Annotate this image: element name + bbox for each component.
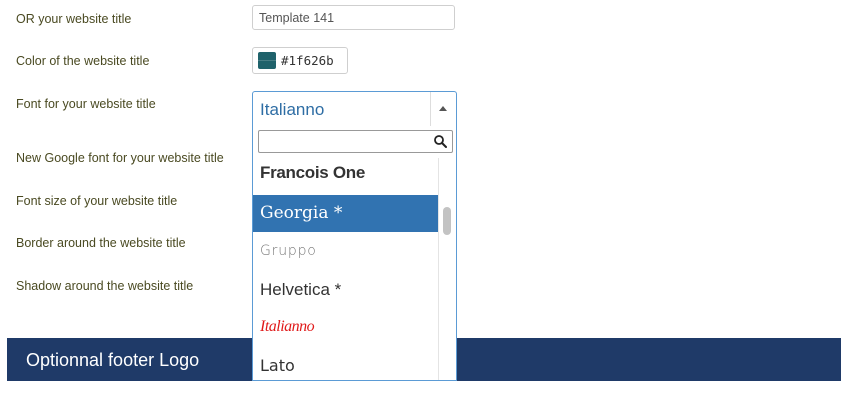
border-label: Border around the website title xyxy=(16,236,186,250)
color-hex-value: #1f626b xyxy=(281,53,334,68)
font-option-gruppo[interactable]: Gruppo xyxy=(253,233,439,270)
font-option-georgia[interactable]: Georgia * xyxy=(253,195,439,232)
search-icon xyxy=(434,135,447,148)
font-search-input[interactable] xyxy=(259,131,429,152)
font-option-francois-one[interactable]: Francois One xyxy=(253,154,439,191)
font-select[interactable]: Italianno xyxy=(252,91,457,126)
caret-up-icon xyxy=(439,106,447,111)
shadow-label: Shadow around the website title xyxy=(16,279,194,293)
google-font-label: New Google font for your website title xyxy=(16,151,224,165)
font-options-list: Francois One Georgia * Gruppo Helvetica … xyxy=(253,158,439,380)
scrollbar-thumb[interactable] xyxy=(443,207,451,235)
font-list-scrollbar[interactable] xyxy=(438,158,456,380)
footer-logo-title: Optionnal footer Logo xyxy=(26,350,200,370)
title-color-label: Color of the website title xyxy=(16,54,150,68)
font-dropdown: Francois One Georgia * Gruppo Helvetica … xyxy=(252,126,457,381)
title-text-label: OR your website title xyxy=(16,12,132,26)
title-color-picker[interactable]: #1f626b xyxy=(252,47,348,74)
font-option-lato[interactable]: Lato xyxy=(253,347,439,380)
title-font-label: Font for your website title xyxy=(16,97,156,111)
font-select-toggle[interactable] xyxy=(430,92,456,126)
font-option-helvetica[interactable]: Helvetica * xyxy=(253,271,439,308)
website-title-input[interactable] xyxy=(252,5,455,30)
font-select-value: Italianno xyxy=(260,100,325,119)
font-option-italianno[interactable]: Italianno xyxy=(253,308,439,345)
font-size-label: Font size of your website title xyxy=(16,194,178,208)
font-search-box[interactable] xyxy=(258,130,453,153)
color-swatch[interactable] xyxy=(258,52,276,69)
